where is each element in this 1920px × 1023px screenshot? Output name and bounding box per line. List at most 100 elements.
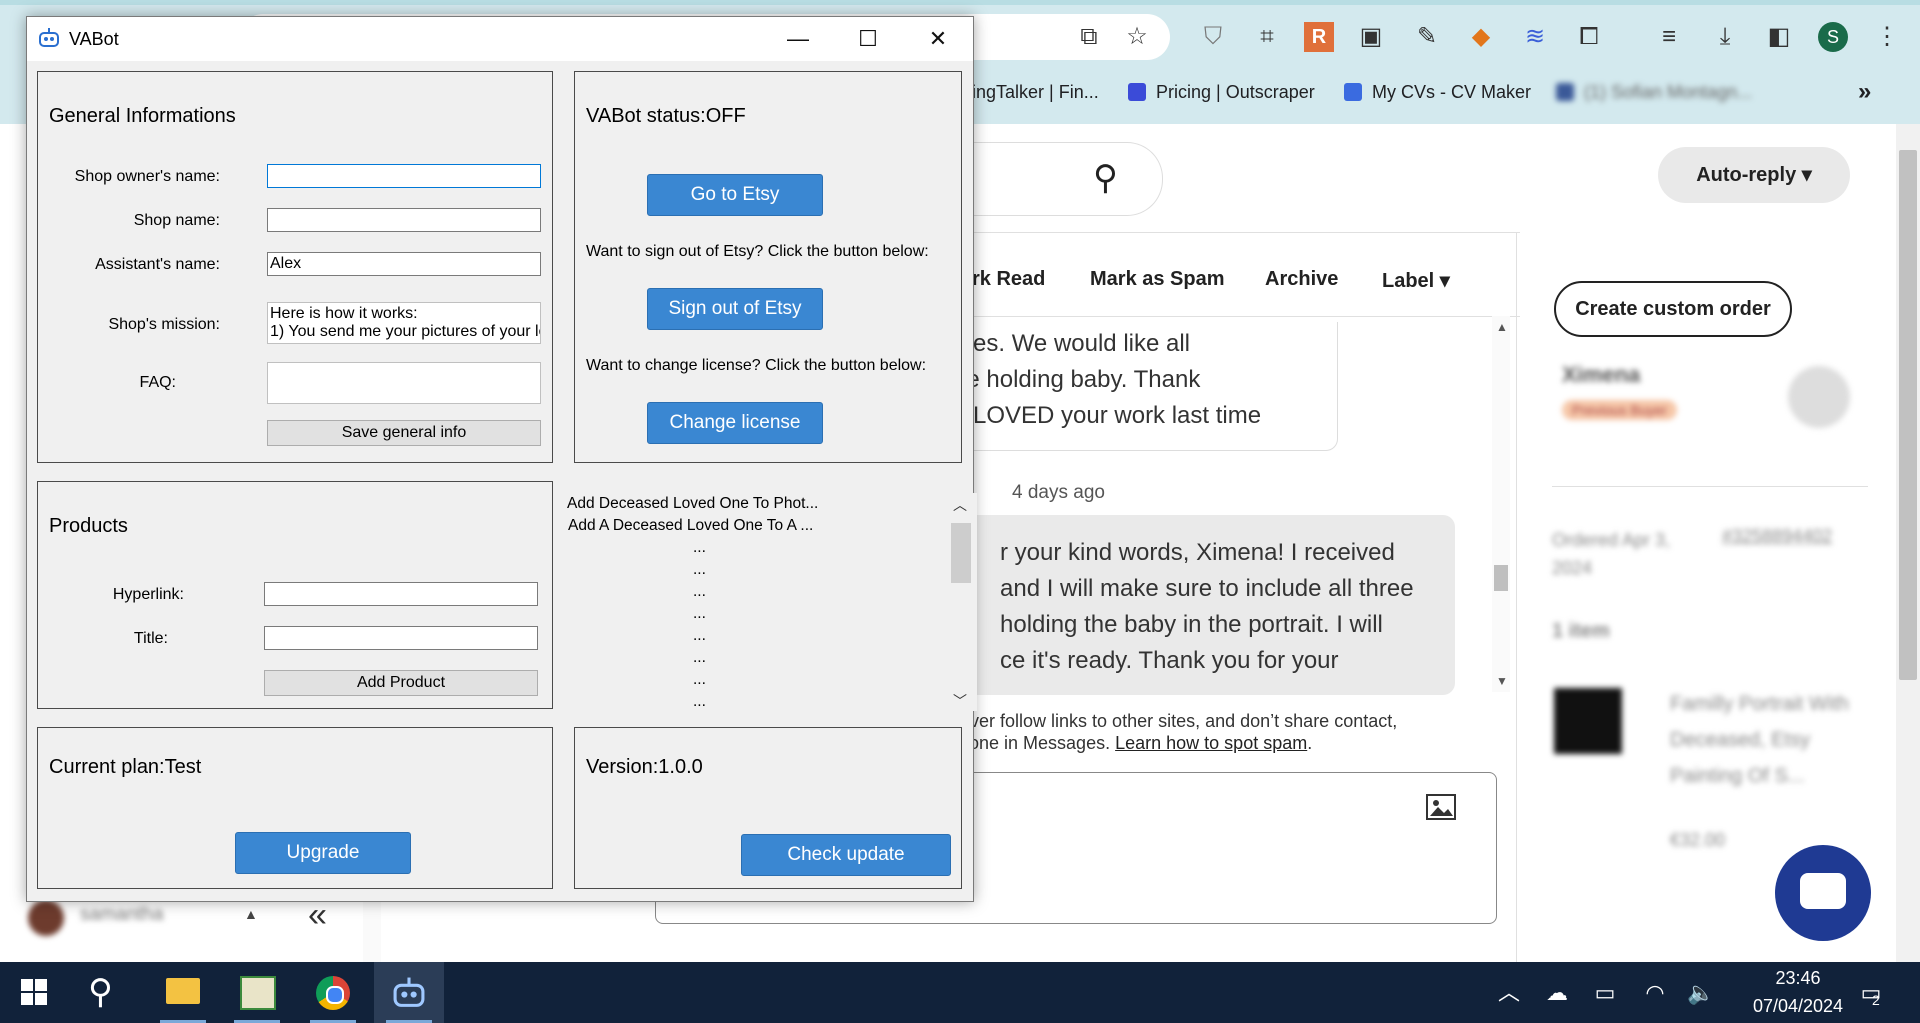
buyer-badge: Previous Buyer	[1562, 400, 1677, 420]
list-item[interactable]: ...	[693, 539, 706, 557]
title-bar[interactable]: VABot — ☐ ✕	[27, 17, 973, 61]
shop-name-field[interactable]	[267, 208, 541, 232]
auto-reply-dropdown[interactable]: Auto-reply ▾	[1658, 147, 1850, 203]
close-button[interactable]: ✕	[903, 17, 973, 61]
attach-image-icon[interactable]	[1424, 790, 1458, 824]
general-info-heading: General Informations	[49, 105, 236, 127]
list-item[interactable]: ...	[693, 649, 706, 667]
list-item[interactable]: ...	[693, 627, 706, 645]
add-product-button[interactable]: Add Product	[264, 670, 538, 696]
product-title-link[interactable]: Familly Portrait With Deceased, Etsy Pai…	[1670, 686, 1860, 794]
assistant-name-field[interactable]	[267, 252, 541, 276]
menu-kebab-icon[interactable]: ⋮	[1872, 22, 1902, 52]
title-field[interactable]	[264, 626, 538, 650]
check-update-button[interactable]: Check update	[741, 834, 951, 876]
maximize-button[interactable]: ☐	[833, 17, 903, 61]
battery-icon[interactable]: ▭	[1590, 978, 1620, 1008]
volume-icon[interactable]: 🔈	[1686, 978, 1716, 1008]
mission-line: 1) You send me your pictures of your lo	[270, 323, 541, 340]
notification-count: 2	[1872, 992, 1880, 1008]
page-scroll-thumb[interactable]	[1899, 150, 1917, 680]
shop-mission-textarea[interactable]: Here is how it works: 1) You send me you…	[267, 302, 541, 344]
label-dropdown[interactable]: Label ▾	[1382, 268, 1450, 293]
message-line: and I will make sure to include all thre…	[1000, 575, 1414, 602]
list-scroll-down-icon[interactable]: ﹀	[953, 691, 967, 711]
version-heading: Version:1.0.0	[586, 756, 703, 778]
faq-textarea[interactable]	[267, 362, 541, 404]
scroll-down-arrow-icon[interactable]: ▼	[1496, 674, 1508, 688]
gallery-extension-icon[interactable]: ▣	[1356, 22, 1386, 52]
layers-extension-icon[interactable]: ≋	[1520, 22, 1550, 52]
minimize-button[interactable]: —	[763, 17, 833, 61]
order-number-link[interactable]: #3258894402	[1722, 526, 1832, 547]
clock-time[interactable]: 23:46	[1758, 968, 1838, 989]
eyedropper-extension-icon[interactable]: ✎	[1412, 22, 1442, 52]
vabot-taskbar[interactable]	[374, 962, 444, 1023]
bookmark-item[interactable]: (1) Sofian Montagn...	[1556, 80, 1752, 104]
shield-extension-icon[interactable]: ⛉	[1198, 22, 1228, 52]
title-label: Title:	[133, 630, 168, 647]
archive-button[interactable]: Archive	[1265, 268, 1338, 291]
search-icon[interactable]: ⚲	[1093, 158, 1133, 198]
r-extension-icon[interactable]: R	[1304, 22, 1334, 52]
crop-extension-icon[interactable]: ⌗	[1252, 22, 1282, 52]
product-list-scroll-thumb[interactable]	[951, 523, 971, 583]
caret-up-icon[interactable]: ▲	[244, 906, 258, 922]
hyperlink-label: Hyperlink:	[112, 586, 184, 603]
bookmark-item[interactable]: ingTalker | Fin...	[972, 80, 1099, 104]
product-list[interactable]: Add Deceased Loved One To Phot... Add A …	[563, 493, 977, 711]
wifi-icon[interactable]: ◠	[1640, 978, 1670, 1008]
list-item[interactable]: ...	[693, 693, 706, 711]
list-item[interactable]: Add A Deceased Loved One To A ...	[568, 517, 813, 535]
go-to-etsy-button[interactable]: Go to Etsy	[647, 174, 823, 216]
extensions-puzzle-icon[interactable]: ⧠	[1574, 22, 1604, 52]
media-control-icon[interactable]: ≡	[1654, 22, 1684, 52]
chrome-taskbar[interactable]	[298, 962, 368, 1023]
side-panel-icon[interactable]: ◧	[1764, 22, 1794, 52]
scroll-up-arrow-icon[interactable]: ▲	[1496, 320, 1508, 334]
buyer-avatar[interactable]	[1788, 366, 1850, 428]
change-license-button[interactable]: Change license	[647, 402, 823, 444]
save-general-info-button[interactable]: Save general info	[267, 420, 541, 446]
buyer-name: Ximena	[1562, 362, 1641, 387]
show-hidden-icons-icon[interactable]: ︿	[1494, 978, 1524, 1008]
list-item[interactable]: ...	[693, 561, 706, 579]
profile-avatar[interactable]: S	[1818, 22, 1848, 52]
sign-out-etsy-button[interactable]: Sign out of Etsy	[647, 288, 823, 330]
notifications-icon[interactable]: ▭	[1856, 978, 1886, 1008]
bookmark-label: My CVs - CV Maker	[1372, 82, 1532, 102]
product-thumbnail[interactable]	[1554, 688, 1622, 754]
hyperlink-field[interactable]	[264, 582, 538, 606]
mark-read-button[interactable]: rk Read	[972, 268, 1045, 291]
bookmark-star-icon[interactable]: ☆	[1122, 22, 1152, 52]
image-app-taskbar[interactable]	[222, 962, 292, 1023]
learn-spam-link[interactable]: Learn how to spot spam	[1115, 733, 1307, 753]
sidebar-username[interactable]: samantha	[80, 904, 163, 926]
shop-owner-field[interactable]	[267, 164, 541, 188]
metamask-extension-icon[interactable]: ◆	[1466, 22, 1496, 52]
plan-heading: Current plan:Test	[49, 756, 202, 778]
windows-start-icon[interactable]	[20, 978, 48, 1006]
taskbar-search-icon[interactable]: ⚲	[88, 972, 113, 1012]
items-count: 1 item	[1552, 620, 1610, 642]
list-item[interactable]: Add Deceased Loved One To Phot...	[567, 495, 818, 513]
user-avatar[interactable]	[28, 900, 64, 936]
translate-icon[interactable]: ⧉	[1074, 22, 1104, 52]
upgrade-button[interactable]: Upgrade	[235, 832, 411, 874]
more-bookmarks-icon[interactable]: »	[1858, 80, 1871, 104]
bookmark-item[interactable]: Pricing | Outscraper	[1128, 80, 1315, 104]
clock-date[interactable]: 07/04/2024	[1728, 996, 1868, 1017]
messages-scroll-thumb[interactable]	[1494, 565, 1508, 591]
mark-spam-button[interactable]: Mark as Spam	[1090, 268, 1225, 291]
create-custom-order-button[interactable]: Create custom order	[1554, 281, 1792, 337]
file-explorer-taskbar[interactable]	[148, 962, 218, 1023]
list-scroll-up-icon[interactable]: ︿	[953, 495, 967, 515]
download-icon[interactable]: ⤓	[1710, 22, 1740, 52]
list-item[interactable]: ...	[693, 605, 706, 623]
list-item[interactable]: ...	[693, 671, 706, 689]
list-item[interactable]: ...	[693, 583, 706, 601]
warning-text-2: yone in Messages. Learn how to spot spam…	[960, 733, 1313, 753]
bookmark-item[interactable]: My CVs - CV Maker	[1344, 80, 1531, 104]
messages-scrollbar[interactable]	[1492, 316, 1510, 692]
onedrive-icon[interactable]: ☁	[1542, 978, 1572, 1008]
